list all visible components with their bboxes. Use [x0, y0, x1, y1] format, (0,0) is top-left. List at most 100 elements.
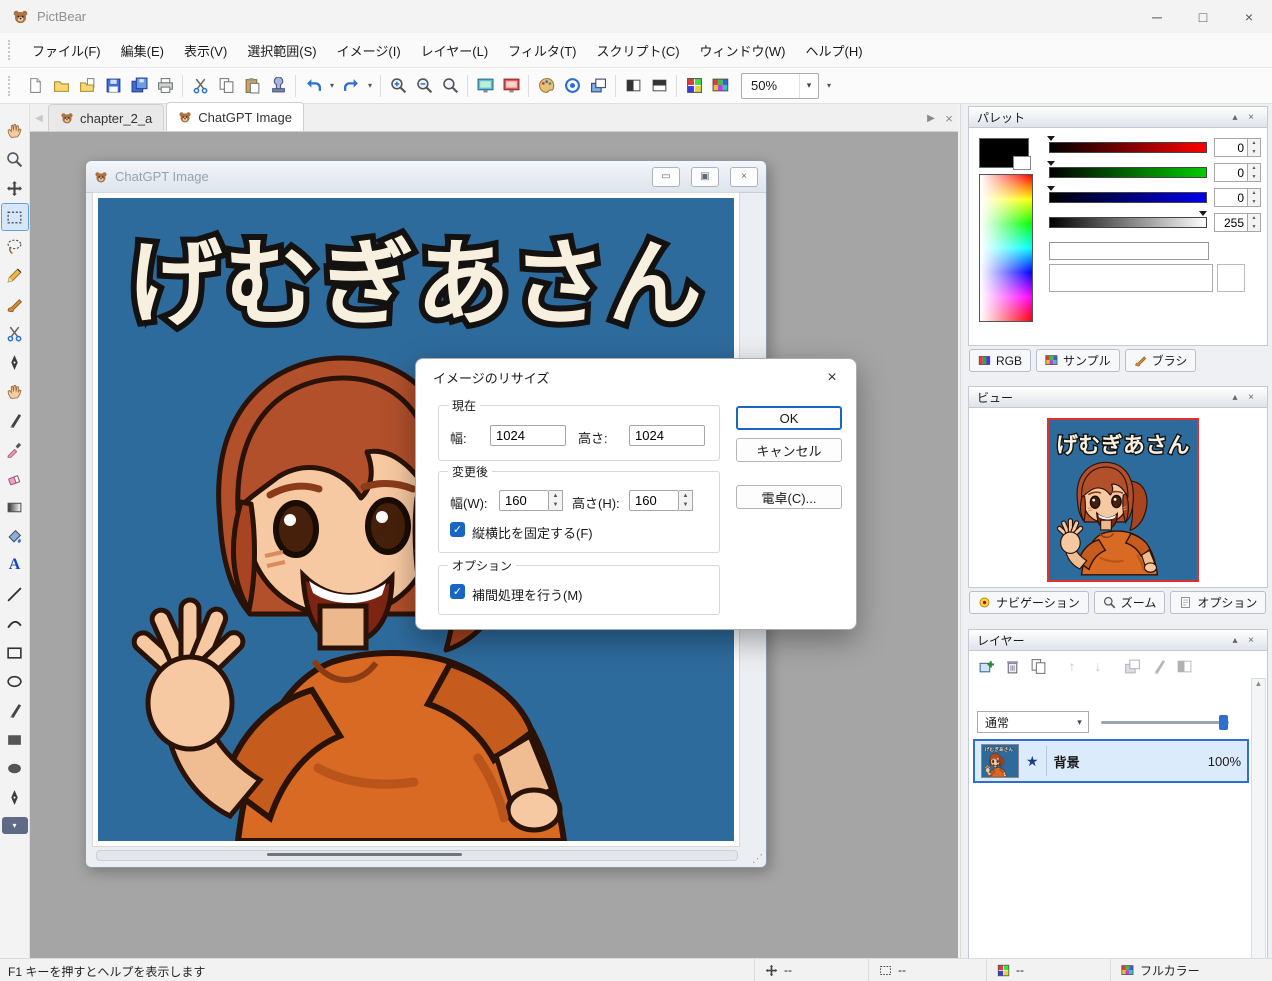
zoom-in-button[interactable]	[385, 73, 411, 99]
alpha-value-input[interactable]	[1214, 213, 1248, 232]
minimize-button[interactable]: ─	[1134, 0, 1180, 33]
red-value-input[interactable]	[1214, 138, 1248, 157]
blue-slider-marker[interactable]	[1047, 186, 1055, 191]
view-collapse-button[interactable]: ▴	[1227, 389, 1243, 405]
text-tool[interactable]: A	[1, 551, 29, 579]
new-button[interactable]	[22, 73, 48, 99]
spin-up-icon[interactable]: ▲	[679, 491, 692, 501]
current-height-input[interactable]	[629, 425, 705, 446]
alpha-spinner[interactable]: ▲▼	[1248, 213, 1261, 232]
print-button[interactable]	[152, 73, 178, 99]
saturation-preview-bar[interactable]	[1049, 264, 1213, 292]
background-color-swatch[interactable]	[1013, 156, 1031, 170]
keep-aspect-checkbox[interactable]: ✓	[450, 522, 465, 537]
brush-tool[interactable]	[1, 290, 29, 318]
rectangle-tool[interactable]	[1, 638, 29, 666]
menu-edit[interactable]: 編集(E)	[111, 35, 174, 66]
gradient-tool[interactable]	[1, 493, 29, 521]
ok-button[interactable]: OK	[736, 406, 842, 430]
tab-close-button[interactable]: ×	[940, 105, 958, 131]
new-width-input[interactable]	[499, 490, 549, 511]
green-value-input[interactable]	[1214, 163, 1248, 182]
menu-view[interactable]: 表示(V)	[174, 35, 237, 66]
green-slider-marker[interactable]	[1047, 161, 1055, 166]
pen-tool[interactable]	[1, 348, 29, 376]
tab-options[interactable]: オプション	[1170, 591, 1266, 614]
red-slider-marker[interactable]	[1047, 136, 1055, 141]
eraser-tool[interactable]	[1, 464, 29, 492]
toolbar-overflow-button[interactable]: ▾	[823, 73, 835, 99]
red-slider[interactable]	[1049, 142, 1207, 153]
paste-button[interactable]	[239, 73, 265, 99]
tab-scroll-left-button[interactable]: ◀	[30, 105, 48, 131]
airbrush-tool[interactable]	[1, 406, 29, 434]
screen-red-button[interactable]	[498, 73, 524, 99]
interpolation-checkbox[interactable]: ✓	[450, 584, 465, 599]
filled-rectangle-tool[interactable]	[1, 725, 29, 753]
spin-down-icon[interactable]: ▼	[549, 501, 562, 511]
hand-tool[interactable]	[1, 116, 29, 144]
undo-dropdown-button[interactable]: ▾	[326, 73, 338, 99]
view-panel-header[interactable]: ビュー ▴ ×	[968, 386, 1268, 408]
palette-panel-header[interactable]: パレット ▴ ×	[968, 106, 1268, 128]
tab-chapter-2-a[interactable]: chapter_2_a	[48, 104, 164, 131]
tab-brush[interactable]: ブラシ	[1125, 349, 1197, 372]
full-color-button[interactable]	[707, 73, 733, 99]
layer-mask-button[interactable]	[1173, 655, 1195, 677]
doc-close-button[interactable]: ×	[730, 167, 758, 187]
zoom-select[interactable]: 50% ▾	[741, 73, 819, 99]
layers-toggle-button[interactable]	[585, 73, 611, 99]
screen-mode-button[interactable]	[472, 73, 498, 99]
menu-grip[interactable]	[8, 40, 14, 60]
maximize-button[interactable]: □	[1180, 0, 1226, 33]
ellipse-tool[interactable]	[1, 667, 29, 695]
palette-close-button[interactable]: ×	[1243, 109, 1259, 125]
new-layer-button[interactable]	[975, 655, 997, 677]
undo-button[interactable]	[300, 73, 326, 99]
opacity-slider[interactable]	[1101, 721, 1229, 724]
blend-mode-select[interactable]: 通常 ▾	[977, 711, 1089, 733]
menu-filter[interactable]: フィルタ(T)	[498, 35, 586, 66]
filled-ellipse-tool[interactable]	[1, 754, 29, 782]
new-height-spinner[interactable]: ▲▼	[679, 490, 693, 511]
menu-selection[interactable]: 選択範囲(S)	[237, 35, 326, 66]
blue-spinner[interactable]: ▲▼	[1248, 188, 1261, 207]
palette-collapse-button[interactable]: ▴	[1227, 109, 1243, 125]
menu-help[interactable]: ヘルプ(H)	[795, 35, 872, 66]
tab-navigation[interactable]: ナビゲーション	[969, 591, 1089, 614]
resize-dialog[interactable]: イメージのリサイズ × 現在 幅: 高さ: 変更後 幅(W): ▲▼ 高さ(H)…	[415, 358, 857, 630]
green-spinner[interactable]: ▲▼	[1248, 163, 1261, 182]
tab-chatgpt-image[interactable]: ChatGPT Image	[166, 102, 304, 131]
palette-grid-button[interactable]	[681, 73, 707, 99]
tool-overflow-button[interactable]: ▾	[2, 817, 28, 834]
navigator-thumbnail[interactable]	[1047, 418, 1199, 582]
pencil-tool[interactable]	[1, 261, 29, 289]
lasso-tool[interactable]	[1, 232, 29, 260]
blue-value-input[interactable]	[1214, 188, 1248, 207]
layer-row-background[interactable]: ★ 背景 100%	[973, 739, 1249, 783]
current-width-input[interactable]	[490, 425, 566, 446]
tab-zoom[interactable]: ズーム	[1094, 591, 1166, 614]
redo-button[interactable]	[338, 73, 364, 99]
menu-window[interactable]: ウィンドウ(W)	[690, 35, 796, 66]
contrast-button[interactable]	[620, 73, 646, 99]
cancel-button[interactable]: キャンセル	[736, 438, 842, 462]
tab-scroll-right-button[interactable]: ▶	[922, 105, 940, 131]
copy-button[interactable]	[213, 73, 239, 99]
document-window-titlebar[interactable]: ChatGPT Image ▭ ▣ ×	[86, 161, 766, 193]
palette-toggle-button[interactable]	[533, 73, 559, 99]
layer-close-button[interactable]: ×	[1243, 632, 1259, 648]
menu-layer[interactable]: レイヤー(L)	[411, 35, 499, 66]
layer-visible-star-icon[interactable]: ★	[1026, 753, 1039, 770]
opacity-slider-handle[interactable]	[1219, 715, 1228, 730]
scroll-up-icon[interactable]: ▲	[1255, 679, 1263, 688]
trim-tool[interactable]	[1, 319, 29, 347]
toolbar-grip[interactable]	[8, 76, 14, 96]
hue-picker[interactable]	[979, 174, 1033, 322]
layer-effect-button[interactable]	[1147, 655, 1169, 677]
blue-slider[interactable]	[1049, 192, 1207, 203]
menu-file[interactable]: ファイル(F)	[22, 35, 111, 66]
brightness-button[interactable]	[646, 73, 672, 99]
merge-layers-button[interactable]	[1121, 655, 1143, 677]
current-color-well[interactable]	[1217, 264, 1245, 292]
